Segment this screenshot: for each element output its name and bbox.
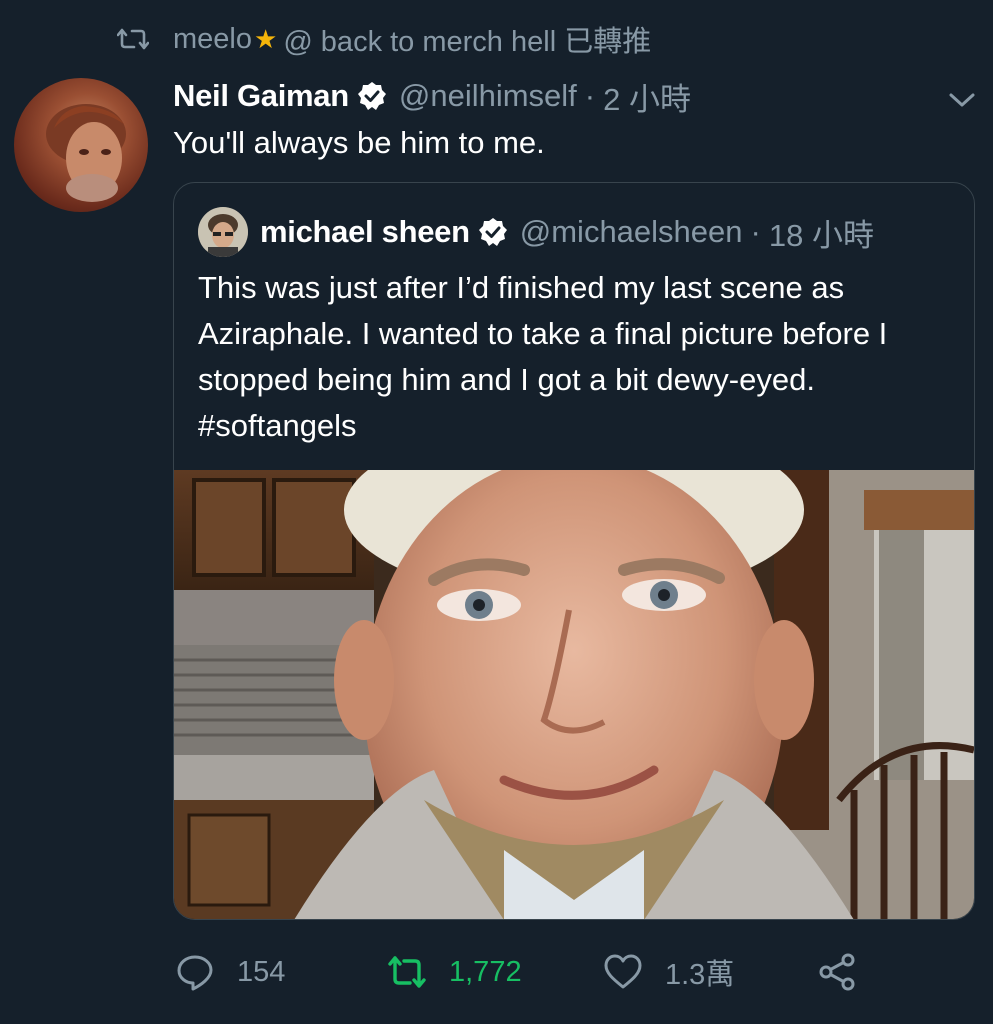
reply-button[interactable]: 154 (175, 950, 285, 994)
tweet-text: You'll always be him to me. (173, 125, 545, 160)
like-count: 1.3萬 (665, 959, 735, 991)
retweeted-by-bar[interactable]: meelo ★ @ back to merch hell 已轉推 (117, 20, 651, 58)
reply-icon (177, 955, 213, 991)
retweet-count: 1,772 (449, 955, 522, 988)
share-button[interactable] (817, 950, 879, 994)
star-emoji: ★ (254, 23, 278, 54)
share-icon (819, 953, 855, 991)
retweet-button[interactable]: 1,772 (387, 950, 522, 994)
like-button[interactable]: 1.3萬 (603, 950, 734, 994)
author-handle[interactable]: @neilhimself (399, 78, 577, 114)
reply-count: 154 (237, 955, 286, 988)
quoted-tweet-time[interactable]: 18 小時 (769, 210, 874, 255)
heart-icon (604, 954, 642, 989)
verified-badge-icon (357, 82, 386, 110)
tweet[interactable]: meelo ★ @ back to merch hell 已轉推 Neil Ga… (0, 0, 993, 1024)
separator-dot: · (584, 78, 596, 113)
retweeter-name-suffix: @ back to merch hell 已轉推 (283, 26, 652, 58)
avatar-portrait-image (46, 104, 126, 202)
tweet-header: Neil Gaiman @neilhimself · 2 小時 (173, 74, 691, 118)
separator-dot: · (750, 214, 761, 249)
quoted-tweet-header: michael sheen @michaelsheen · 18 小時 (198, 207, 874, 257)
avatar[interactable] (14, 78, 148, 212)
retweeter-name[interactable]: meelo (173, 23, 252, 56)
chevron-down-icon[interactable] (945, 86, 979, 114)
quoted-avatar (198, 207, 248, 257)
retweet-icon (117, 28, 149, 50)
quoted-author-name[interactable]: michael sheen (260, 214, 470, 250)
selfie-photo-image (174, 470, 974, 919)
author-name[interactable]: Neil Gaiman (173, 78, 349, 114)
tweet-time[interactable]: 2 小時 (603, 74, 691, 119)
quoted-tweet-photo[interactable] (174, 470, 974, 919)
quoted-tweet-card[interactable]: michael sheen @michaelsheen · 18 小時 This… (173, 182, 975, 920)
tweet-actions: 154 1,772 1.3萬 (175, 950, 875, 994)
quoted-author-handle[interactable]: @michaelsheen (520, 214, 743, 250)
verified-badge-icon (478, 218, 507, 246)
quoted-tweet-text: This was just after I’d finished my last… (198, 270, 888, 443)
retweet-icon (388, 956, 426, 988)
